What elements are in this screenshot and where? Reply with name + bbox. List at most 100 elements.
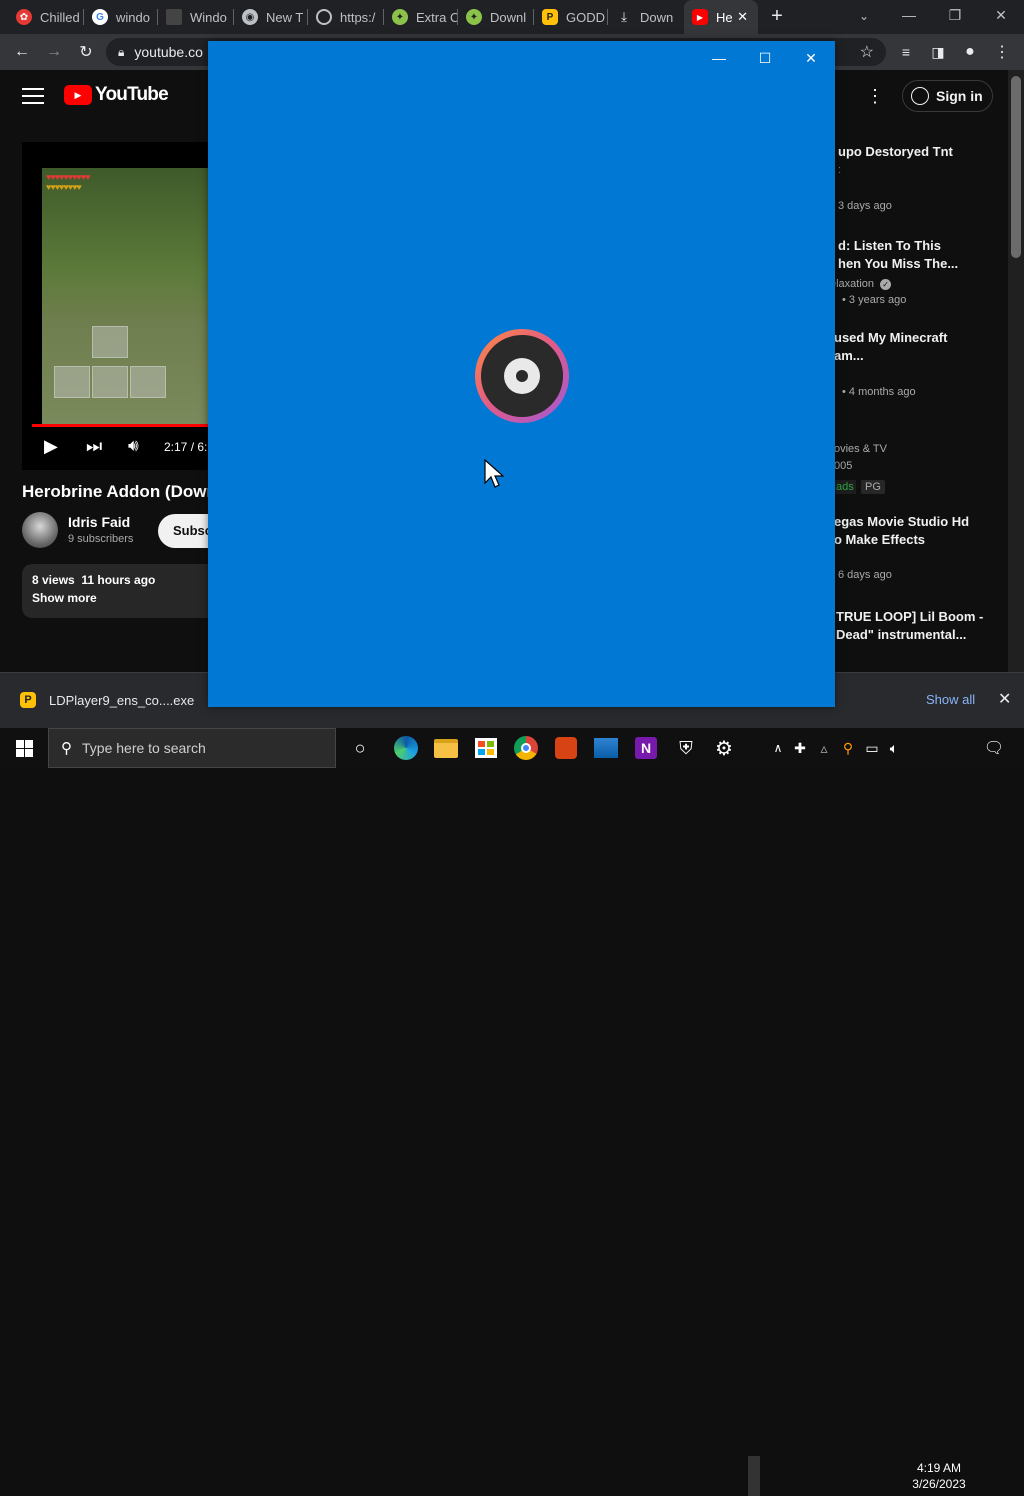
profile-icon[interactable]: ● bbox=[958, 40, 982, 64]
scrollbar-thumb[interactable] bbox=[1011, 76, 1021, 258]
close-downloads-icon[interactable]: ✕ bbox=[998, 689, 1011, 709]
tab-8[interactable]: P GODD bbox=[534, 0, 608, 34]
close-icon[interactable]: ✕ bbox=[978, 0, 1024, 30]
rec-meta: 3 days ago bbox=[838, 200, 892, 212]
chevron-down-icon[interactable]: ⌄ bbox=[854, 6, 874, 26]
tab-9[interactable]: ⤓ Down bbox=[608, 0, 684, 34]
onenote-icon[interactable]: N bbox=[632, 734, 660, 762]
page-scrollbar[interactable] bbox=[1008, 70, 1024, 672]
rec-meta: ovies & TV bbox=[834, 443, 887, 455]
verified-check-icon: ✓ bbox=[880, 279, 892, 290]
download-icon: ⤓ bbox=[621, 9, 627, 24]
subscribe-button[interactable]: Subsc bbox=[158, 514, 212, 548]
dpad-center bbox=[92, 366, 128, 398]
microsoft-store-icon[interactable] bbox=[472, 734, 500, 762]
ldplayer-icon: P bbox=[542, 9, 558, 25]
play-icon[interactable]: ▶ bbox=[44, 436, 58, 457]
next-icon[interactable]: ⏭︎ bbox=[86, 436, 102, 457]
volume-icon[interactable]: 🔊︎ bbox=[128, 436, 139, 456]
notifications-icon[interactable]: 🗨︎ bbox=[980, 734, 1008, 762]
menu-kebab-icon[interactable]: ⋮ bbox=[990, 40, 1014, 64]
android-icon: ✦ bbox=[392, 9, 408, 25]
tab-label: Chilled bbox=[40, 9, 80, 25]
new-tab-icon[interactable]: + bbox=[766, 5, 788, 27]
tab-2[interactable]: G windo bbox=[84, 0, 158, 34]
rec-title[interactable]: Dead" instrumental... bbox=[836, 626, 966, 644]
clock-date: 3/26/2023 bbox=[912, 1477, 966, 1491]
rec-title[interactable]: hen You Miss The... bbox=[838, 255, 958, 273]
tab-label: Windo bbox=[190, 9, 227, 25]
game-app-icon[interactable] bbox=[552, 734, 580, 762]
url-text: youtube.co bbox=[134, 44, 203, 60]
progress-bar[interactable] bbox=[32, 424, 212, 427]
globe-icon bbox=[316, 9, 332, 25]
splash-close-icon[interactable]: ✕ bbox=[788, 45, 834, 71]
media-controls-icon[interactable]: ≡ bbox=[894, 40, 918, 64]
chrome-taskbar-icon[interactable] bbox=[512, 734, 540, 762]
app-logo-icon bbox=[475, 329, 569, 423]
reload-icon[interactable]: ↻ bbox=[74, 40, 98, 64]
tab-close-icon[interactable]: ✕ bbox=[737, 9, 748, 25]
windows-start-icon[interactable] bbox=[10, 734, 38, 762]
hamburger-menu-icon[interactable] bbox=[22, 88, 44, 104]
tab-1[interactable]: ✿ Chilled bbox=[8, 0, 84, 34]
tab-label: GODD bbox=[566, 9, 605, 25]
task-view-icon[interactable]: ○ bbox=[346, 734, 374, 762]
taskbar-search-box[interactable]: ⚲ Type here to search bbox=[48, 728, 336, 768]
rec-meta: elaxation ✓ bbox=[830, 278, 892, 290]
dpad-up bbox=[92, 326, 128, 358]
rec-meta-glyph: : bbox=[838, 164, 842, 176]
splash-maximize-icon[interactable]: ☐ bbox=[742, 45, 788, 71]
clock-time: 4:19 AM bbox=[916, 1461, 962, 1475]
splash-minimize-icon[interactable]: — bbox=[696, 45, 742, 71]
clock[interactable]: 4:19 AM 3/26/2023 bbox=[910, 1460, 968, 1492]
badge-ads: ads bbox=[834, 480, 856, 494]
taskbar-scroll-handle[interactable] bbox=[748, 1456, 760, 1496]
mouse-cursor-icon bbox=[484, 459, 504, 488]
bookmark-star-icon[interactable]: ☆ bbox=[860, 42, 874, 62]
tab-5[interactable]: https:/ bbox=[308, 0, 384, 34]
tab-label: https:/ bbox=[340, 9, 376, 25]
avatar[interactable] bbox=[22, 512, 58, 548]
show-all-downloads-link[interactable]: Show all bbox=[926, 692, 975, 707]
speaker-icon[interactable]: 🔈︎ bbox=[880, 734, 908, 762]
android-icon: ✦ bbox=[466, 9, 482, 25]
rec-title[interactable]: used My Minecraft bbox=[834, 329, 947, 347]
tab-6[interactable]: ✦ Extra C bbox=[384, 0, 458, 34]
forward-icon[interactable]: → bbox=[42, 40, 66, 64]
minimize-icon[interactable]: — bbox=[886, 0, 932, 30]
scratch-icon: ✿ bbox=[16, 9, 32, 25]
app-splash-window[interactable]: — ☐ ✕ bbox=[208, 41, 835, 707]
channel-name[interactable]: Idris Faid bbox=[68, 514, 130, 530]
back-icon[interactable]: ← bbox=[10, 40, 34, 64]
rec-title[interactable]: TRUE LOOP] Lil Boom - bbox=[836, 608, 983, 626]
page-icon bbox=[166, 9, 182, 25]
side-panel-icon[interactable]: ◨ bbox=[926, 40, 950, 64]
tab-label: windo bbox=[116, 9, 150, 25]
file-explorer-icon[interactable] bbox=[432, 734, 460, 762]
rec-title[interactable]: upo Destoryed Tnt bbox=[838, 143, 953, 161]
rec-meta: 005 bbox=[834, 460, 853, 472]
download-file-name[interactable]: LDPlayer9_ens_co....exe bbox=[49, 693, 194, 708]
browser-tab-strip: ✿ Chilled G windo Windo ◉ New T https:/ … bbox=[0, 0, 1024, 34]
youtube-logo[interactable]: ▶ YouTube bbox=[64, 84, 169, 106]
rec-title[interactable]: am... bbox=[834, 347, 864, 365]
windows-security-icon[interactable]: ⛨ bbox=[672, 734, 700, 762]
show-more-link[interactable]: Show more bbox=[32, 591, 97, 605]
dpad-right bbox=[130, 366, 166, 398]
settings-gear-icon[interactable]: ⚙ bbox=[710, 734, 738, 762]
tab-4[interactable]: ◉ New T bbox=[234, 0, 308, 34]
rec-title[interactable]: o Make Effects bbox=[834, 531, 925, 549]
restore-icon[interactable]: ❐ bbox=[932, 0, 978, 30]
edge-icon[interactable] bbox=[392, 734, 420, 762]
photos-icon[interactable] bbox=[592, 734, 620, 762]
tab-7[interactable]: ✦ Downl bbox=[458, 0, 534, 34]
settings-kebab-icon[interactable]: ⋮ bbox=[866, 86, 884, 107]
subscriber-count: 9 subscribers bbox=[68, 533, 134, 545]
search-icon: ⚲ bbox=[61, 740, 72, 757]
rec-title[interactable]: d: Listen To This bbox=[838, 237, 941, 255]
tab-3[interactable]: Windo bbox=[158, 0, 234, 34]
tab-10-active[interactable]: ▶ He ✕ bbox=[684, 0, 758, 34]
sign-in-button[interactable]: Sign in bbox=[902, 80, 993, 112]
rec-title[interactable]: egas Movie Studio Hd bbox=[834, 513, 969, 531]
